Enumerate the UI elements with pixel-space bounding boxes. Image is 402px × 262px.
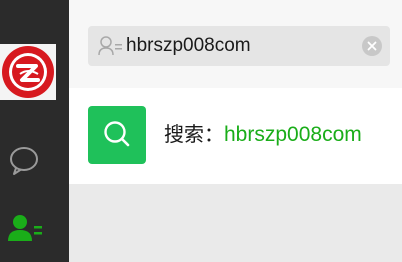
logo-icon [2, 46, 54, 98]
sidebar [0, 0, 69, 262]
search-input[interactable] [126, 30, 346, 62]
clear-icon [367, 41, 377, 51]
result-query: hbrszp008com [224, 123, 362, 146]
search-box[interactable] [88, 26, 390, 66]
contacts-icon[interactable] [6, 213, 44, 245]
person-search-icon [98, 35, 124, 57]
avatar[interactable] [0, 44, 56, 100]
empty-area [69, 184, 402, 262]
app-window: 搜索：hbrszp008com [0, 0, 402, 262]
clear-search-button[interactable] [362, 36, 382, 56]
search-area [69, 0, 402, 88]
chat-bubble-icon[interactable] [7, 145, 41, 177]
search-result-label: 搜索：hbrszp008com [164, 120, 362, 149]
result-prefix: 搜索： [164, 122, 224, 146]
main-panel: 搜索：hbrszp008com [69, 0, 402, 262]
search-result-row[interactable]: 搜索：hbrszp008com [69, 88, 402, 184]
search-icon [88, 106, 146, 164]
